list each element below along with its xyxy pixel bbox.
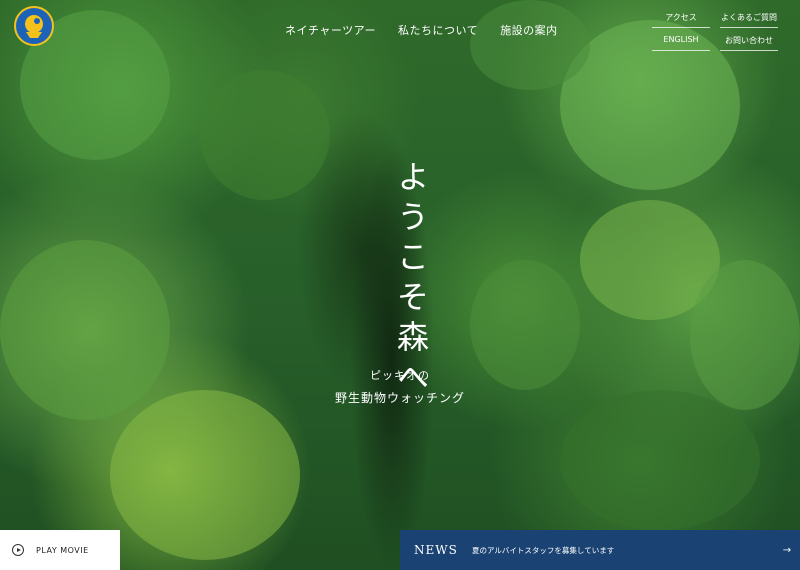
- tree-canopy: [470, 260, 580, 390]
- piccio-logo-icon: [25, 15, 43, 38]
- tree-canopy: [690, 260, 800, 410]
- arrow-right-icon[interactable]: →: [774, 545, 800, 556]
- tree-canopy: [110, 390, 300, 560]
- hero-subtitle: ピッキオの 野生動物ウォッチング: [320, 367, 480, 406]
- nav-item-about-us[interactable]: 私たちについて: [398, 22, 478, 38]
- hero-subtitle-line1: ピッキオの: [370, 369, 430, 382]
- hero-subtitle-line2: 野生動物ウォッチング: [334, 391, 465, 405]
- nav-item-facilities[interactable]: 施設の案内: [500, 22, 558, 38]
- play-movie-button[interactable]: PLAY MOVIE: [0, 530, 120, 570]
- news-bar[interactable]: NEWS 夏のアルバイトスタッフを募集しています →: [400, 530, 800, 570]
- main-nav: ネイチャーツアー 私たちについて 施設の案内: [285, 22, 558, 38]
- play-circle-icon: [12, 544, 24, 556]
- util-faq-link[interactable]: よくあるご質問: [720, 8, 778, 28]
- nav-item-nature-tour[interactable]: ネイチャーツアー: [285, 22, 376, 38]
- news-title: NEWS: [414, 543, 458, 557]
- hero-headline: ようこそ森へ: [392, 160, 430, 400]
- util-contact-link[interactable]: お問い合わせ: [720, 31, 778, 51]
- tree-canopy: [470, 0, 590, 90]
- util-access-link[interactable]: アクセス: [652, 8, 710, 28]
- tree-canopy: [560, 390, 760, 530]
- utility-nav: アクセス よくあるご質問 ENGLISH お問い合わせ: [652, 8, 778, 51]
- util-english-link[interactable]: ENGLISH: [652, 31, 710, 51]
- tree-canopy: [0, 240, 170, 420]
- tree-canopy: [200, 70, 330, 200]
- news-headline-link[interactable]: 夏のアルバイトスタッフを募集しています: [472, 545, 774, 556]
- site-logo[interactable]: [14, 6, 54, 46]
- play-movie-label: PLAY MOVIE: [36, 545, 89, 555]
